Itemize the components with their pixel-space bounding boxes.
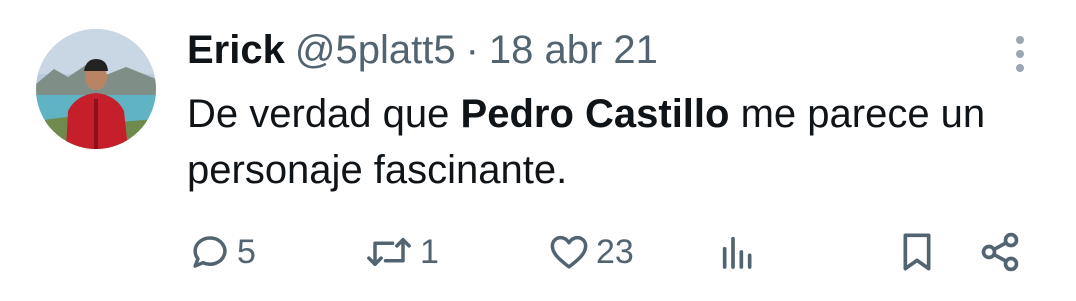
retweet-icon (364, 231, 414, 273)
more-vertical-icon[interactable] (1010, 34, 1030, 74)
tweet-header: Erick @5platt5 · 18 abr 21 (187, 26, 658, 74)
retweet-count: 1 (420, 232, 439, 271)
user-handle[interactable]: @5platt5 (295, 26, 456, 74)
tweet-text: De verdad que Pedro Castillo me parece u… (187, 86, 1047, 198)
like-button[interactable]: 23 (548, 228, 634, 276)
views-icon (718, 231, 758, 273)
separator-dot: · (465, 28, 479, 72)
heart-icon (548, 231, 590, 273)
tweet-text-bold: Pedro Castillo (460, 92, 730, 136)
avatar[interactable] (36, 29, 156, 149)
tweet: Erick @5platt5 · 18 abr 21 De verdad que… (0, 0, 1076, 301)
reply-count: 5 (237, 232, 256, 271)
action-bar: 5 1 23 (0, 228, 1076, 276)
tweet-text-start: De verdad que (187, 92, 461, 136)
share-icon (978, 230, 1022, 274)
reply-icon (189, 231, 231, 273)
bookmark-button[interactable] (897, 228, 937, 276)
like-count: 23 (596, 232, 634, 271)
reply-button[interactable]: 5 (189, 228, 256, 276)
views-button[interactable] (718, 228, 758, 276)
share-button[interactable] (978, 228, 1022, 276)
tweet-date[interactable]: 18 abr 21 (489, 26, 658, 74)
display-name[interactable]: Erick (187, 26, 285, 74)
retweet-button[interactable]: 1 (364, 228, 439, 276)
bookmark-icon (897, 230, 937, 274)
